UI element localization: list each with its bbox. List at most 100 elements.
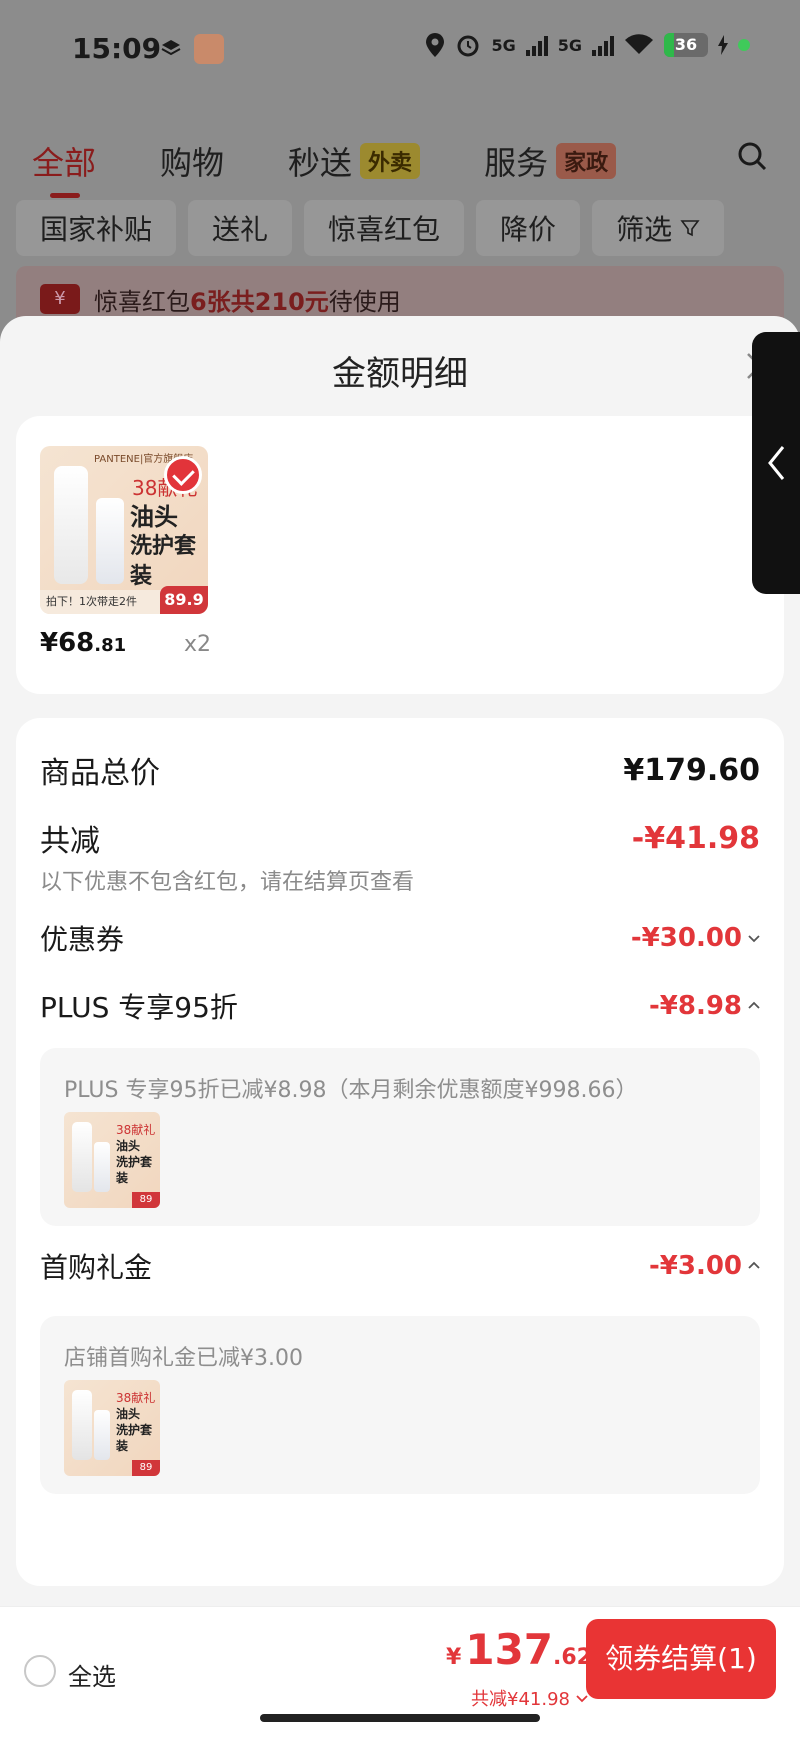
- tab-service[interactable]: 服务 家政: [484, 138, 617, 184]
- tab-badge: 外卖: [360, 143, 421, 179]
- total-discount[interactable]: 共减¥41.98: [471, 1685, 588, 1711]
- tube-shape: [96, 498, 124, 584]
- filter-chip-filter[interactable]: 筛选: [592, 200, 725, 256]
- coupon-value-group: -¥30.00: [631, 923, 760, 953]
- bottle-shape: [72, 1122, 92, 1192]
- plus-label: PLUS 专享95折: [40, 991, 238, 1024]
- plus-note: PLUS 专享95折已减¥8.98（本月剩余优惠额度¥998.66）: [64, 1078, 638, 1103]
- network-label-1: 5G: [491, 35, 516, 55]
- filter-row: 国家补贴 送礼 惊喜红包 降价 筛选: [16, 200, 725, 256]
- filter-label: 送礼: [212, 213, 269, 246]
- filter-label: 惊喜红包: [328, 213, 441, 246]
- thumb-price: 89.9: [160, 586, 208, 614]
- gift-detail-box: 店铺首购礼金已减¥3.00 38献礼 油头 洗护套装 89: [40, 1316, 760, 1494]
- filter-chip-subsidy[interactable]: 国家补贴: [16, 200, 177, 256]
- coupon-row[interactable]: 优惠券 -¥30.00: [40, 918, 760, 958]
- chevron-left-icon: [768, 446, 785, 480]
- product-quantity: x2: [184, 632, 212, 657]
- layers-icon: [161, 40, 181, 56]
- signal-icon: [525, 34, 548, 56]
- select-all-label[interactable]: 全选: [68, 1657, 116, 1692]
- mini-thumb-text: 38献礼 油头 洗护套装: [116, 1391, 156, 1453]
- product-card: PANTENE|官方旗舰店 38献礼 油头 洗护套装 拍下！1次带走2件 89.9…: [16, 416, 784, 694]
- plus-row[interactable]: PLUS 专享95折 -¥8.98: [40, 986, 760, 1026]
- check-icon: [164, 456, 202, 494]
- charging-icon: [718, 35, 728, 55]
- chevron-up-icon: [748, 1001, 760, 1009]
- mini-thumb-price: 89: [132, 1460, 160, 1476]
- redpack-text: 惊喜红包6张共210元待使用: [94, 287, 401, 316]
- alarm-icon: [457, 35, 479, 57]
- redpack-icon: ¥: [40, 284, 80, 314]
- mini-thumb-text: 38献礼 油头 洗护套装: [116, 1123, 156, 1185]
- bottle-shape: [54, 466, 88, 584]
- total-row: 商品总价 ¥179.60: [40, 748, 760, 792]
- filter-chip-gift[interactable]: 送礼: [188, 200, 293, 256]
- filter-label: 降价: [500, 213, 557, 246]
- chevron-down-icon: [576, 1695, 588, 1703]
- filter-chip-pricedrop[interactable]: 降价: [476, 200, 581, 256]
- chevron-down-icon: [748, 935, 760, 943]
- tab-all[interactable]: 全部: [32, 138, 97, 198]
- background-page: 全部 购物 秒送 外卖 服务 家政 国家补贴 送礼 惊喜红包 降价 筛选 ¥ 惊喜红…: [0, 100, 800, 340]
- sheet-title: 金额明细: [332, 354, 468, 394]
- search-icon[interactable]: [736, 140, 768, 172]
- plus-value-group: -¥8.98: [649, 991, 760, 1021]
- plus-detail-box: PLUS 专享95折已减¥8.98（本月剩余优惠额度¥998.66） 38献礼油…: [40, 1048, 760, 1226]
- filter-icon: [680, 220, 700, 237]
- reduce-row: 共减 -¥41.98: [40, 816, 760, 860]
- tube-shape: [94, 1410, 110, 1460]
- amount-detail-sheet: 金额明细 PANTENE|官方旗舰店 38献礼 油头 洗护套装 拍下！1次带走2件…: [0, 316, 800, 1738]
- filter-chip-redpack[interactable]: 惊喜红包: [304, 200, 465, 256]
- network-label-2: 5G: [557, 35, 582, 55]
- total-price: ¥137.62: [446, 1625, 592, 1674]
- wifi-icon: [625, 34, 653, 54]
- chevron-up-icon: [748, 1261, 760, 1269]
- coupon-label: 优惠券: [40, 923, 125, 956]
- plus-value: -¥8.98: [648, 991, 742, 1021]
- home-indicator[interactable]: [260, 1714, 540, 1722]
- tube-shape: [94, 1142, 110, 1192]
- thumb-title: 油头 洗护套装: [130, 503, 197, 589]
- gift-row[interactable]: 首购礼金 -¥3.00: [40, 1246, 760, 1286]
- signal-icon: [592, 34, 614, 56]
- tab-label: 服务: [484, 144, 549, 182]
- tab-label: 秒送: [288, 144, 353, 182]
- privacy-dot: [738, 39, 750, 51]
- location-icon: [426, 33, 445, 57]
- tab-label: 购物: [160, 144, 225, 182]
- plus-product-thumb: 38献礼 油头 洗护套装 89: [64, 1112, 160, 1208]
- gift-label: 首购礼金: [40, 1251, 153, 1284]
- top-tabs: 全部 购物 秒送 外卖 服务 家政: [32, 138, 680, 198]
- bottle-shape: [72, 1390, 92, 1460]
- reduce-label: 共减: [40, 824, 100, 859]
- filter-label: 国家补贴: [40, 213, 153, 246]
- gift-value: -¥3.00: [648, 1251, 742, 1281]
- gift-value-group: -¥3.00: [649, 1251, 760, 1281]
- status-time: 15:09: [72, 32, 162, 65]
- checkout-button[interactable]: 领券结算(1): [586, 1619, 776, 1699]
- gift-product-thumb: 38献礼 油头 洗护套装 89: [64, 1380, 160, 1476]
- app-icon: [194, 34, 224, 64]
- status-bar: 15:09 5G 5G 36: [0, 0, 800, 100]
- side-drawer-handle[interactable]: [752, 332, 800, 594]
- filter-label: 筛选: [616, 213, 673, 246]
- price-detail-card: 商品总价 ¥179.60 共减 -¥41.98 以下优惠不包含红包，请在结算页查…: [16, 718, 784, 1586]
- coupon-value: -¥30.00: [630, 923, 742, 953]
- product-image[interactable]: PANTENE|官方旗舰店 38献礼 油头 洗护套装 拍下！1次带走2件 89.9: [40, 446, 208, 614]
- tab-label: 全部: [32, 144, 97, 182]
- discount-text: 共减¥41.98: [471, 1689, 570, 1710]
- tab-shopping[interactable]: 购物: [160, 138, 224, 184]
- gift-note: 店铺首购礼金已减¥3.00: [64, 1346, 303, 1371]
- status-indicators: 5G 5G 36: [425, 32, 750, 58]
- tab-badge: 家政: [556, 143, 617, 179]
- total-value: ¥179.60: [623, 752, 760, 788]
- select-all-radio[interactable]: [24, 1655, 56, 1687]
- total-label: 商品总价: [40, 756, 160, 791]
- tab-express[interactable]: 秒送 外卖: [288, 138, 421, 184]
- product-price: ¥68.81: [40, 628, 127, 658]
- reduce-note: 以下优惠不包含红包，请在结算页查看: [40, 870, 415, 895]
- reduce-value: -¥41.98: [631, 820, 760, 856]
- battery-icon: 36: [664, 33, 708, 57]
- mini-thumb-price: 89: [132, 1192, 160, 1208]
